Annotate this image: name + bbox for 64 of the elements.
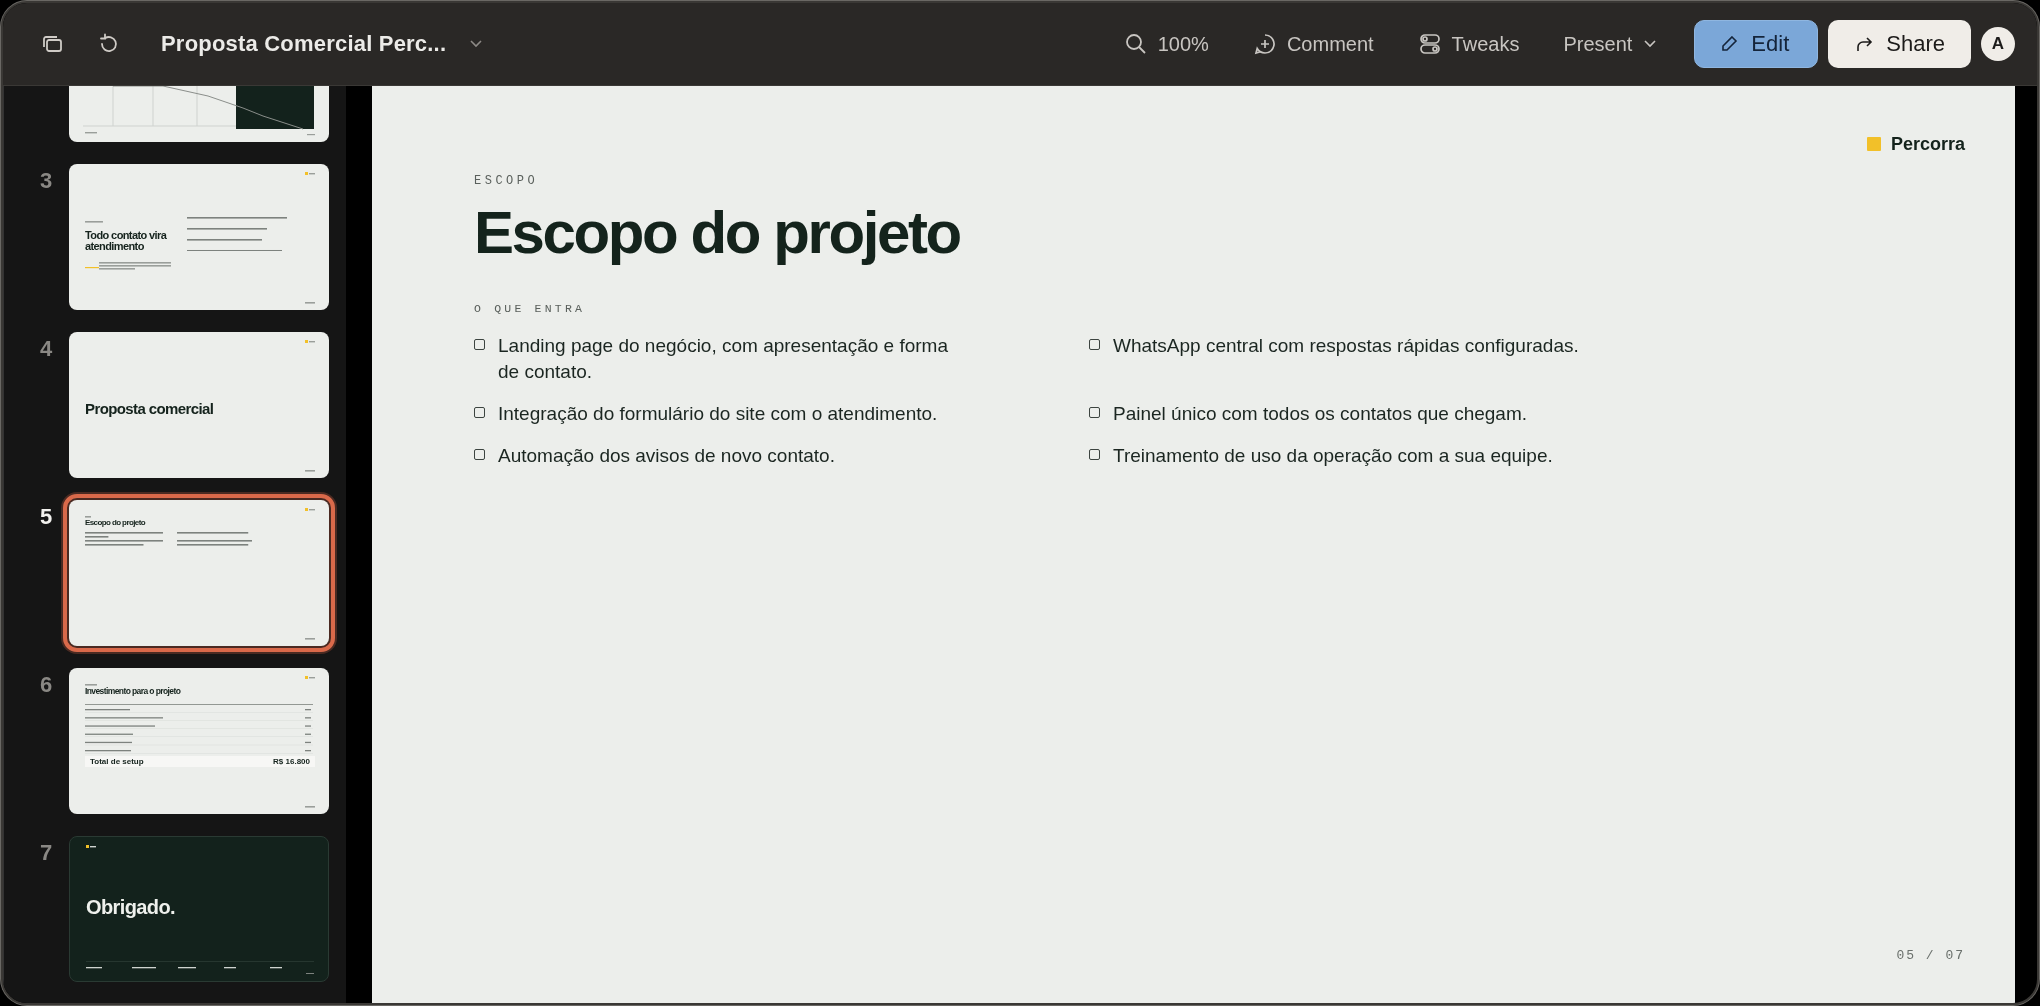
checkbox[interactable]	[1089, 339, 1100, 350]
text-lines-drawing	[85, 221, 103, 223]
text-lines-drawing	[85, 516, 91, 518]
page-number: 05 / 07	[1896, 948, 1965, 963]
share-button[interactable]: Share	[1828, 20, 1971, 68]
scope-item: Painel único com todos os contatos que chegam.	[1113, 402, 1528, 426]
slide-thumbnail[interactable]: Todo contato vira atendimento	[69, 164, 329, 310]
total-label: Total de setup	[90, 756, 144, 766]
slide-title: Todo contato vira atendimento	[85, 229, 168, 253]
total-value: R$ 16.800	[273, 756, 310, 766]
accent-line	[85, 266, 99, 270]
text-lines-drawing	[99, 262, 171, 270]
text-lines-drawing	[305, 806, 315, 808]
logo-icon	[305, 340, 315, 345]
slide-title: Investimento para o projeto	[85, 686, 182, 696]
slide-thumbnail[interactable]: Proposta comercial	[69, 332, 329, 478]
logo-icon	[305, 508, 315, 513]
slide-thumbnail[interactable]: Investimento para o projeto Total de setup R$ 16.800	[69, 668, 329, 814]
caret-icon	[1642, 39, 1659, 49]
slide-title: Proposta comercial	[85, 401, 215, 418]
logo-icon	[1866, 137, 1881, 151]
text-lines-drawing	[305, 470, 315, 472]
scope-item: Integração do formulário do site com o atendimento.	[498, 402, 938, 426]
tweaks-button[interactable]: Tweaks	[1405, 24, 1532, 64]
checkbox[interactable]	[1089, 449, 1100, 460]
zoom-button[interactable]: 100%	[1111, 24, 1221, 64]
scope-item: WhatsApp central com respostas rápidas configuradas.	[1113, 334, 1579, 358]
slide-title: Obrigado.	[86, 896, 177, 918]
slide-title: Escopo do projeto	[85, 518, 147, 527]
slide-thumbnail[interactable]: Obrigado.	[69, 836, 329, 982]
logo-icon	[305, 676, 315, 681]
slide-number: 4	[39, 335, 54, 362]
logo-icon	[305, 172, 315, 177]
present-button[interactable]: Present	[1551, 24, 1671, 64]
eyebrow-label: ESCOPO	[474, 174, 540, 188]
caret-icon[interactable]	[468, 39, 485, 49]
avatar[interactable]: A	[1981, 27, 2015, 61]
checkbox[interactable]	[474, 339, 485, 350]
checkbox[interactable]	[1089, 407, 1100, 418]
slide-title: Escopo do projeto	[474, 200, 961, 266]
edit-button[interactable]: Edit	[1694, 20, 1819, 68]
text-lines-drawing	[85, 684, 97, 686]
text-lines-drawing	[305, 302, 315, 304]
slide-number: 5	[39, 503, 54, 530]
search-icon	[1123, 32, 1148, 56]
logo-icon	[86, 845, 96, 850]
comment-button[interactable]: Comment	[1240, 24, 1386, 64]
slide-number: 7	[39, 839, 54, 866]
checkbox[interactable]	[474, 449, 485, 460]
checkbox[interactable]	[474, 407, 485, 418]
section-label: O QUE ENTRA	[474, 302, 587, 315]
toggles-icon	[1417, 32, 1442, 56]
brand-name: Percorra	[1890, 133, 1965, 155]
document-title: Proposta Comercial Perc...	[161, 31, 447, 57]
comment-icon	[1252, 32, 1277, 56]
scope-item: Automação dos avisos de novo contato.	[498, 444, 835, 468]
slide-number: 3	[39, 167, 54, 194]
share-icon	[1854, 34, 1875, 54]
text-lines-drawing	[305, 638, 315, 640]
pencil-icon	[1719, 34, 1740, 54]
scope-item: Landing page do negócio, com apresentação e forma de contato.	[498, 334, 949, 384]
slide-thumbnail[interactable]	[69, 86, 329, 142]
slide-number: 6	[39, 671, 54, 698]
scope-item: Treinamento de uso da operação com a sua equipe.	[1113, 444, 1553, 468]
